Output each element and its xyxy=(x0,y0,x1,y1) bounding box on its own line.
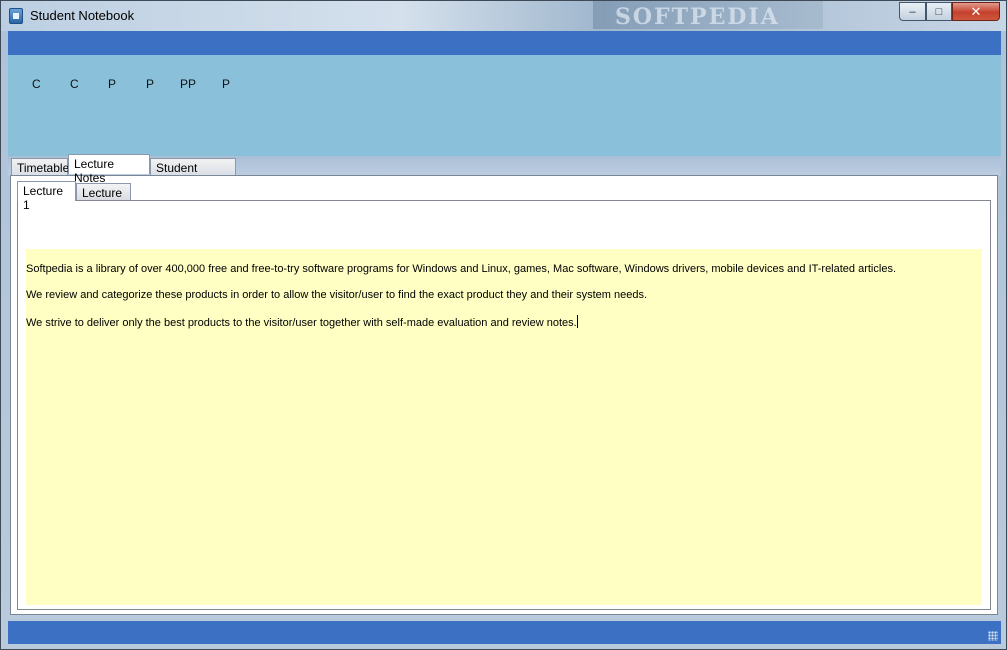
close-button[interactable]: ✕ xyxy=(952,2,1000,21)
title-bar[interactable]: Student Notebook SOFTPEDIA – □ ✕ xyxy=(1,1,1006,31)
toolbar-button-pp[interactable]: PP xyxy=(180,77,196,91)
status-bar xyxy=(8,621,1001,644)
notes-line-3: We strive to deliver only the best produ… xyxy=(26,315,578,329)
tab-lecture-1[interactable]: Lecture 1 xyxy=(17,181,76,212)
lecture-panel: Softpedia is a library of over 400,000 f… xyxy=(17,200,991,610)
close-icon: ✕ xyxy=(970,3,982,19)
watermark-text: SOFTPEDIA xyxy=(615,4,780,30)
notes-line-1: Softpedia is a library of over 400,000 f… xyxy=(26,263,896,275)
notes-line-3-text: We strive to deliver only the best produ… xyxy=(26,317,577,329)
app-window: Student Notebook SOFTPEDIA – □ ✕ C C P P… xyxy=(0,0,1007,650)
minimize-button[interactable]: – xyxy=(899,2,926,21)
text-caret xyxy=(576,315,578,328)
lecture-notes-editor[interactable]: Softpedia is a library of over 400,000 f… xyxy=(26,249,982,605)
toolbar-button-p-3[interactable]: P xyxy=(222,77,230,91)
main-tabstrip: Timetable Lecture Notes Student Browser xyxy=(8,154,1001,189)
toolbar-button-p-2[interactable]: P xyxy=(146,77,154,91)
minimize-icon: – xyxy=(909,5,916,18)
notes-line-2: We review and categorize these products … xyxy=(26,289,648,301)
tab-timetable[interactable]: Timetable xyxy=(11,158,69,176)
toolbar-button-c-1[interactable]: C xyxy=(32,77,41,91)
maximize-button[interactable]: □ xyxy=(926,2,952,21)
app-icon[interactable] xyxy=(9,8,23,24)
tab-content-lecture-notes: Lecture 1 Lecture 2 Softpedia is a libra… xyxy=(10,175,998,615)
resize-grip-icon[interactable] xyxy=(988,631,998,641)
tab-lecture-2[interactable]: Lecture 2 xyxy=(76,183,131,214)
toolbar-button-c-2[interactable]: C xyxy=(70,77,79,91)
header-strip xyxy=(8,31,1001,55)
watermark-logo: SOFTPEDIA xyxy=(593,1,823,30)
window-title: Student Notebook xyxy=(30,8,135,23)
toolbar: C C P P PP P xyxy=(8,55,1001,156)
toolbar-button-p-1[interactable]: P xyxy=(108,77,116,91)
maximize-icon: □ xyxy=(935,5,943,18)
tab-lecture-notes[interactable]: Lecture Notes xyxy=(68,154,150,185)
tab-student-browser[interactable]: Student Browser xyxy=(150,158,236,189)
